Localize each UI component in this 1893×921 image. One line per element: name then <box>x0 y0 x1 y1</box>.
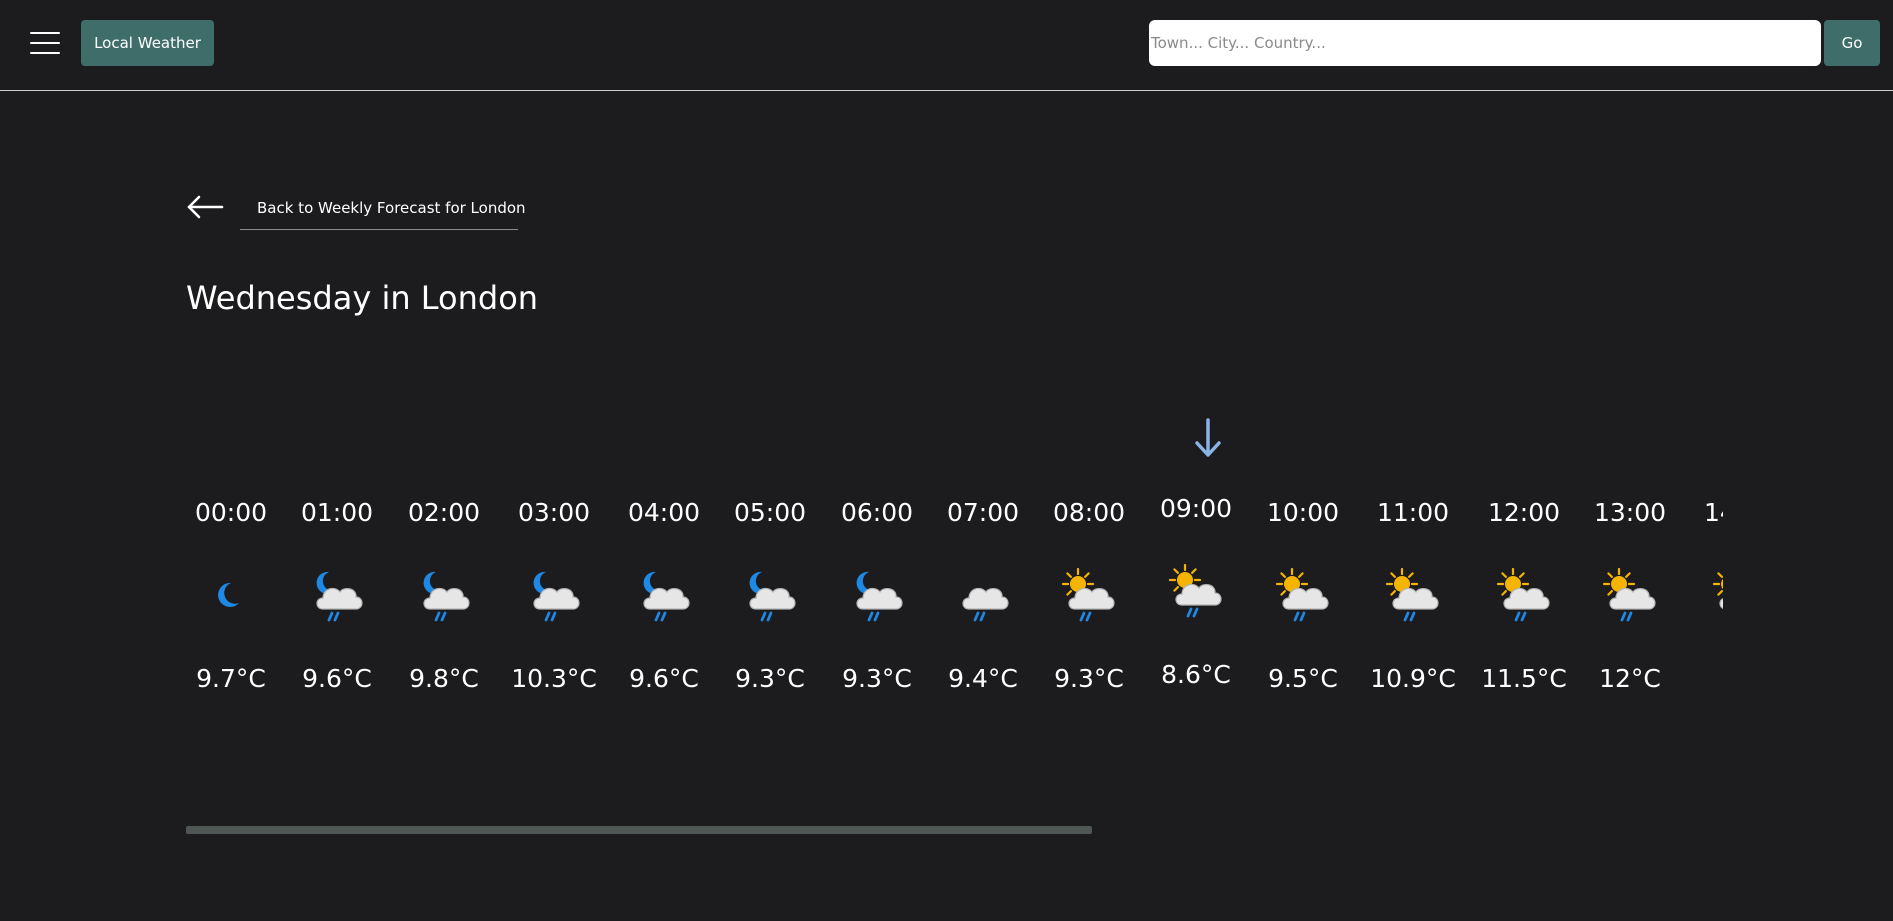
menu-line <box>30 52 60 54</box>
hour-temperature: 12°C <box>1599 664 1661 693</box>
back-to-weekly-forecast-link[interactable]: Back to Weekly Forecast for London <box>240 188 526 230</box>
hour-column: 11:00 10.9°C <box>1368 485 1458 715</box>
hour-column: 06:00 9.3°C <box>832 485 922 715</box>
hour-time: 09:00 <box>1159 494 1233 523</box>
hour-time: 06:00 <box>840 498 914 527</box>
hour-column: 00:00 9.7°C <box>186 485 276 715</box>
hour-temperature: 9.3°C <box>735 664 805 693</box>
hour-time: 00:00 <box>194 498 268 527</box>
moon-cloud-rain-icon <box>533 571 580 622</box>
hour-column: 05:00 9.3°C <box>725 485 815 715</box>
sun-cloud-rain-icon <box>1168 563 1222 618</box>
hour-time: 04:00 <box>627 498 701 527</box>
hour-temperature: 9.7°C <box>196 664 266 693</box>
moon-cloud-rain-icon <box>423 571 470 622</box>
sun-cloud-rain-icon <box>1275 567 1329 622</box>
hour-column: 04:00 9.6°C <box>619 485 709 715</box>
hour-time: 08:00 <box>1052 498 1126 527</box>
top-bar: Local Weather Go <box>0 0 1893 91</box>
hour-column: 02:00 9.8°C <box>399 485 489 715</box>
hour-time: 03:00 <box>517 498 591 527</box>
sun-cloud-rain-icon <box>1602 567 1656 622</box>
sun-cloud-rain-icon <box>1061 567 1115 622</box>
hour-temperature: 10.3°C <box>511 664 597 693</box>
hour-column: 08:00 9.3°C <box>1044 485 1134 715</box>
back-arrow-icon[interactable] <box>186 194 224 220</box>
hour-temperature: 9.4°C <box>948 664 1018 693</box>
hour-column: 12:00 11.5°C <box>1479 485 1569 715</box>
page-title: Wednesday in London <box>186 279 539 317</box>
hour-temperature: 9.6°C <box>302 664 372 693</box>
hour-time: 01:00 <box>300 498 374 527</box>
sun-cloud-rain-icon <box>1385 567 1439 622</box>
hourly-forecast-track: 00:00 9.7°C 01:00 9.6°C 02:00 9.8°C 03:00 10.3°… <box>186 485 1723 715</box>
hour-temperature: 11.5°C <box>1481 664 1567 693</box>
hour-time: 13:00 <box>1593 498 1667 527</box>
hour-time: 14:00 <box>1703 498 1723 527</box>
hour-temperature: 8.6°C <box>1161 660 1231 689</box>
sun-cloud-rain-icon <box>1712 572 1723 609</box>
moon-cloud-rain-icon <box>749 571 796 622</box>
hour-column: 07:00 9.4°C <box>938 485 1028 715</box>
hour-temperature: 9.8°C <box>409 664 479 693</box>
moon-cloud-rain-icon <box>856 571 903 622</box>
hour-time: 07:00 <box>946 498 1020 527</box>
moon-icon <box>218 582 239 607</box>
hour-column: 10:00 9.5°C <box>1258 485 1348 715</box>
horizontal-scrollbar-thumb[interactable] <box>186 826 1092 834</box>
hour-temperature: 9.6°C <box>629 664 699 693</box>
hour-time: 02:00 <box>407 498 481 527</box>
hour-column: 01:00 9.6°C <box>292 485 382 715</box>
hourly-forecast-scroller[interactable]: 00:00 9.7°C 01:00 9.6°C 02:00 9.8°C 03:00 10.3°… <box>186 485 1723 715</box>
hour-column: 14:001 <box>1695 485 1723 715</box>
go-button[interactable]: Go <box>1824 20 1880 66</box>
hour-temperature: 1 <box>1685 664 1723 693</box>
hamburger-menu-icon[interactable] <box>30 32 60 54</box>
menu-line <box>30 32 60 34</box>
location-search-input[interactable] <box>1149 20 1821 66</box>
cloud-rain-icon <box>962 587 1009 622</box>
current-hour-arrow-icon <box>1195 418 1221 457</box>
hour-temperature: 9.3°C <box>1054 664 1124 693</box>
hour-temperature: 9.3°C <box>842 664 912 693</box>
sun-cloud-rain-icon <box>1496 567 1550 622</box>
hour-column: 09:00 8.6°C <box>1151 485 1241 715</box>
moon-cloud-rain-icon <box>643 571 690 622</box>
hour-column: 13:00 12°C <box>1585 485 1675 715</box>
moon-cloud-rain-icon <box>316 571 363 622</box>
hour-time: 11:00 <box>1376 498 1450 527</box>
local-weather-button[interactable]: Local Weather <box>81 20 214 66</box>
hour-time: 05:00 <box>733 498 807 527</box>
hour-temperature: 9.5°C <box>1268 664 1338 693</box>
hour-temperature: 10.9°C <box>1370 664 1456 693</box>
hour-time: 12:00 <box>1487 498 1561 527</box>
menu-line <box>30 42 60 44</box>
hour-column: 03:00 10.3°C <box>509 485 599 715</box>
hour-time: 10:00 <box>1266 498 1340 527</box>
